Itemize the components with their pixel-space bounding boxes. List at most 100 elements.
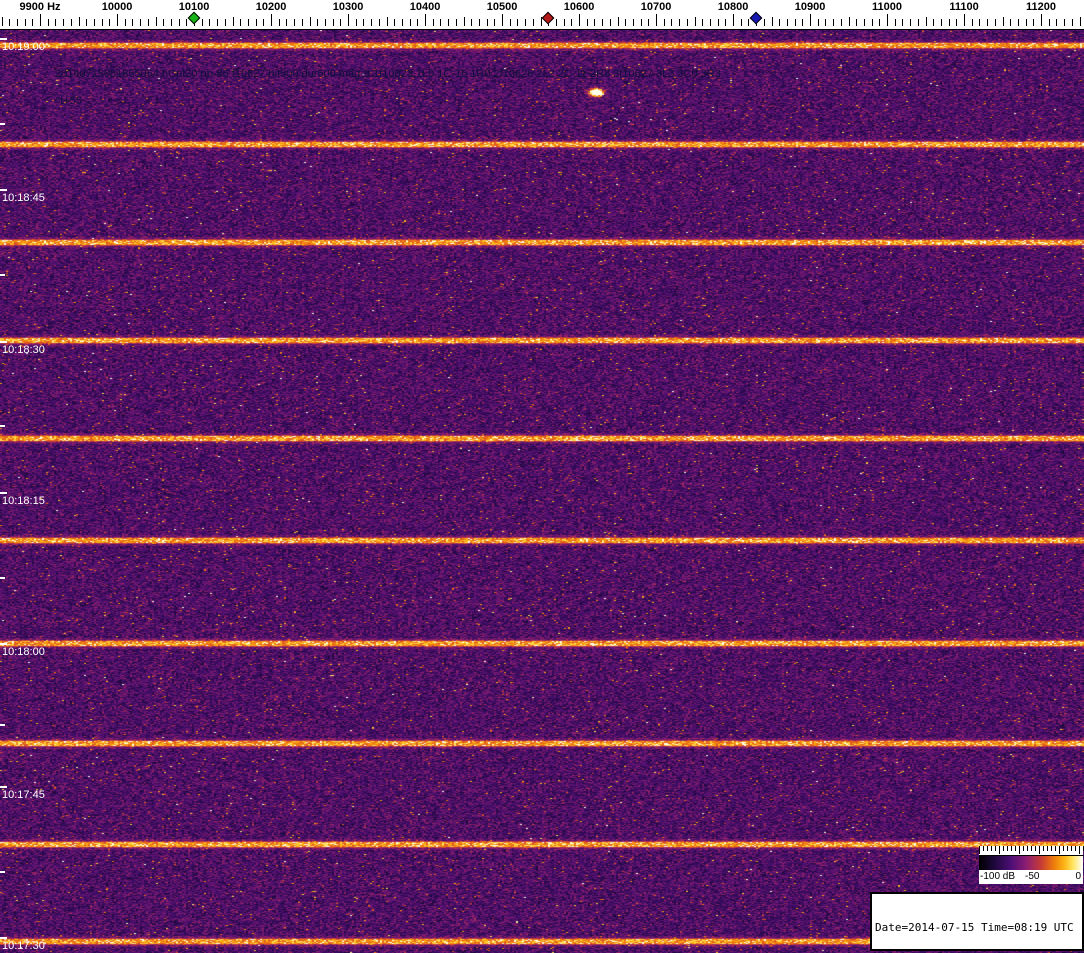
- freq-minor-tick: [186, 19, 187, 26]
- time-tick: [0, 492, 7, 494]
- colorbar-tick: [1063, 846, 1064, 851]
- freq-minor-tick: [856, 19, 857, 26]
- freq-major-tick: [117, 14, 118, 26]
- colorbar-tick: [1015, 846, 1016, 851]
- freq-label-10300: 10300: [333, 1, 364, 13]
- freq-minor-tick: [779, 19, 780, 26]
- freq-minor-tick: [294, 19, 295, 26]
- freq-minor-tick: [1010, 19, 1011, 26]
- time-tick-minor: [0, 123, 5, 125]
- time-tick-minor: [0, 425, 5, 427]
- time-tick: [0, 643, 7, 645]
- freq-minor-tick: [564, 19, 565, 26]
- freq-minor-tick: [217, 19, 218, 26]
- time-tick-minor: [0, 274, 5, 276]
- freq-minor-tick: [464, 17, 465, 26]
- freq-minor-tick: [356, 19, 357, 26]
- freq-minor-tick: [279, 19, 280, 26]
- colorbar-tick: [1035, 846, 1036, 851]
- freq-major-tick: [1041, 14, 1042, 26]
- freq-minor-tick: [972, 19, 973, 26]
- green-frequency-marker-icon[interactable]: [188, 12, 201, 25]
- freq-minor-tick: [949, 19, 950, 26]
- freq-minor-tick: [248, 19, 249, 26]
- freq-minor-tick: [325, 19, 326, 26]
- colorbar-tick: [1007, 846, 1008, 851]
- red-frequency-marker-icon[interactable]: [542, 12, 555, 25]
- freq-minor-tick: [440, 19, 441, 26]
- freq-minor-tick: [125, 19, 126, 26]
- freq-minor-tick: [556, 19, 557, 26]
- freq-minor-tick: [402, 19, 403, 26]
- freq-minor-tick: [109, 19, 110, 26]
- freq-minor-tick: [679, 19, 680, 26]
- freq-minor-tick: [764, 19, 765, 26]
- freq-minor-tick: [517, 19, 518, 26]
- freq-major-tick: [656, 14, 657, 26]
- freq-minor-tick: [1003, 17, 1004, 26]
- freq-minor-tick: [48, 19, 49, 26]
- freq-minor-tick: [340, 19, 341, 26]
- freq-minor-tick: [63, 19, 64, 26]
- freq-minor-tick: [363, 19, 364, 26]
- freq-minor-tick: [456, 19, 457, 26]
- colorbar-tick: [1067, 846, 1068, 851]
- time-label: 10:17:45: [2, 789, 45, 801]
- freq-minor-tick: [171, 19, 172, 26]
- time-tick: [0, 38, 7, 40]
- freq-minor-tick: [571, 19, 572, 26]
- freq-minor-tick: [995, 19, 996, 26]
- freq-minor-tick: [741, 19, 742, 26]
- freq-label-10400: 10400: [410, 1, 441, 13]
- freq-minor-tick: [1018, 19, 1019, 26]
- freq-minor-tick: [864, 19, 865, 26]
- freq-minor-tick: [32, 19, 33, 26]
- freq-minor-tick: [710, 19, 711, 26]
- blue-frequency-marker-icon[interactable]: [750, 12, 763, 25]
- freq-minor-tick: [833, 19, 834, 26]
- freq-major-tick: [348, 14, 349, 26]
- freq-minor-tick: [872, 19, 873, 26]
- freq-minor-tick: [841, 19, 842, 26]
- freq-minor-tick: [1064, 19, 1065, 26]
- freq-minor-tick: [618, 17, 619, 26]
- freq-label-10500: 10500: [487, 1, 518, 13]
- colorbar-tick: [979, 846, 980, 854]
- freq-minor-tick: [795, 19, 796, 26]
- freq-minor-tick: [1056, 19, 1057, 26]
- freq-major-tick: [964, 14, 965, 26]
- freq-minor-tick: [179, 19, 180, 26]
- colorbar-tick: [983, 846, 984, 851]
- freq-minor-tick: [671, 19, 672, 26]
- observation-info-box: Date=2014-07-15 Time=08:19 UTC Freq=143 …: [870, 892, 1084, 951]
- freq-minor-tick: [333, 19, 334, 26]
- freq-minor-tick: [417, 19, 418, 26]
- freq-minor-tick: [494, 19, 495, 26]
- freq-minor-tick: [702, 19, 703, 26]
- freq-minor-tick: [725, 19, 726, 26]
- time-label: 10:18:30: [2, 344, 45, 356]
- freq-label-10600: 10600: [564, 1, 595, 13]
- freq-minor-tick: [140, 19, 141, 26]
- detection-annotation: 20140715081855064 hCnt20 nb-86 f10627 hi…: [55, 68, 721, 80]
- freq-minor-tick: [602, 19, 603, 26]
- freq-minor-tick: [772, 17, 773, 26]
- freq-label-9900: 9900 Hz: [20, 1, 61, 13]
- freq-minor-tick: [302, 19, 303, 26]
- freq-minor-tick: [1080, 17, 1081, 26]
- freq-minor-tick: [394, 19, 395, 26]
- freq-minor-tick: [879, 19, 880, 26]
- colorbar-labels: -100 dB -50 0: [979, 870, 1083, 884]
- freq-minor-tick: [387, 17, 388, 26]
- freq-minor-tick: [625, 19, 626, 26]
- cursor-annotation: ^t+55: [55, 95, 82, 107]
- time-tick: [0, 341, 7, 343]
- time-tick-minor: [0, 724, 5, 726]
- freq-label-10200: 10200: [256, 1, 287, 13]
- freq-minor-tick: [664, 19, 665, 26]
- freq-minor-tick: [633, 19, 634, 26]
- colorbar-label-min: -100 dB: [980, 871, 1015, 882]
- colorbar-tick: [1023, 846, 1024, 851]
- colorbar-tick: [1059, 846, 1060, 854]
- freq-minor-tick: [1049, 19, 1050, 26]
